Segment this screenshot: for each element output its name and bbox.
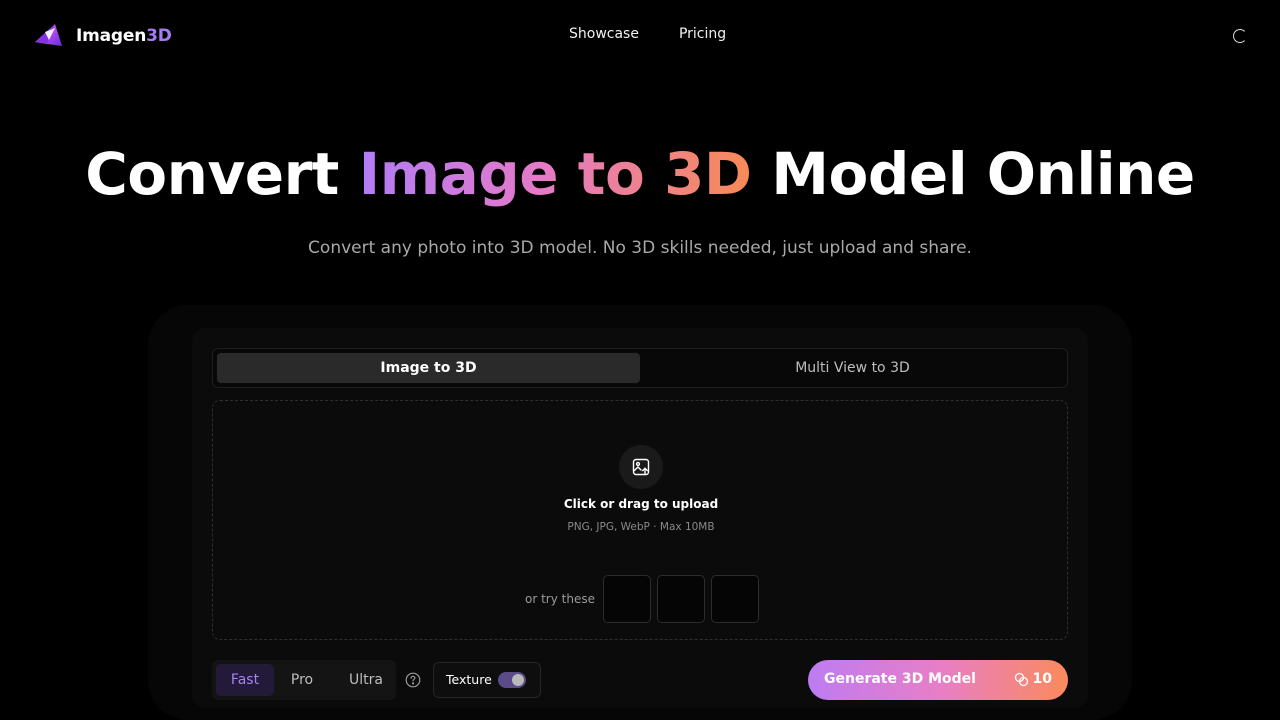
credits-coin-icon <box>1014 672 1028 686</box>
logo-text-main: Imagen <box>76 26 147 46</box>
image-upload-icon <box>619 445 663 489</box>
generate-3d-model-button[interactable]: Generate 3D Model 10 <box>808 660 1068 700</box>
hero-title: Convert Image to 3D Model Online <box>0 138 1280 210</box>
upload-dropzone[interactable]: Click or drag to upload PNG, JPG, WebP ·… <box>212 400 1068 640</box>
quality-option-fast[interactable]: Fast <box>216 664 274 696</box>
try-these-label: or try these <box>525 592 595 606</box>
hero-subtitle: Convert any photo into 3D model. No 3D s… <box>308 238 972 258</box>
logo-icon <box>35 24 62 46</box>
quality-option-ultra[interactable]: Ultra <box>344 664 388 696</box>
mode-tabs: Image to 3D Multi View to 3D <box>212 348 1068 388</box>
texture-toggle[interactable] <box>498 672 526 688</box>
tab-image-to-3d[interactable]: Image to 3D <box>217 353 640 383</box>
help-circle-icon[interactable] <box>405 672 421 688</box>
site-header: Imagen3D Showcase Pricing <box>0 0 1280 72</box>
toggle-knob <box>512 674 524 686</box>
logo[interactable]: Imagen3D <box>33 22 172 50</box>
upload-hint: PNG, JPG, WebP · Max 10MB <box>567 521 715 533</box>
upload-title: Click or drag to upload <box>563 497 719 511</box>
sample-image-2[interactable] <box>656 575 705 623</box>
loading-spinner-icon <box>1233 29 1247 43</box>
logo-text-accent: 3D <box>146 26 172 46</box>
nav-link-showcase[interactable]: Showcase <box>569 26 639 42</box>
main-nav: Showcase Pricing <box>569 26 726 42</box>
sample-images-row: or try these <box>525 575 765 623</box>
generate-button-label: Generate 3D Model <box>824 671 976 687</box>
sample-image-3[interactable] <box>710 575 759 623</box>
credits-value: 10 <box>1032 671 1052 687</box>
credits-cost: 10 <box>1014 671 1052 687</box>
texture-label: Texture <box>446 672 492 687</box>
hero-title-prefix: Convert <box>85 140 359 208</box>
quality-option-pro[interactable]: Pro <box>282 664 322 696</box>
hero-title-suffix: Model Online <box>751 140 1195 208</box>
logo-text: Imagen3D <box>76 26 172 46</box>
quality-selector: Fast Pro Ultra <box>212 660 396 700</box>
hero-title-highlight: Image to 3D <box>358 140 752 208</box>
nav-link-pricing[interactable]: Pricing <box>679 26 726 42</box>
texture-control: Texture <box>433 662 541 698</box>
tab-multi-view-to-3d[interactable]: Multi View to 3D <box>641 353 1064 383</box>
sample-image-1[interactable] <box>602 575 651 623</box>
converter-card: Image to 3D Multi View to 3D Click or dr… <box>192 328 1088 708</box>
